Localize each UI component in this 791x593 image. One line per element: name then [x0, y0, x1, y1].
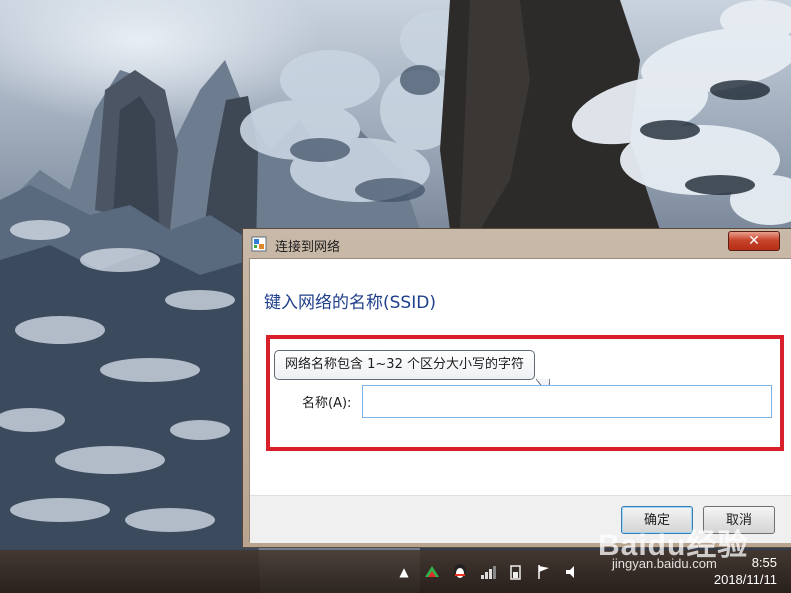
- clock-time: 8:55: [751, 555, 777, 570]
- connect-to-network-window: 连接到网络 ✕ 键入网络的名称(SSID) 网络名称包含 1~32 个区分大小写…: [242, 228, 791, 548]
- battery-icon[interactable]: [507, 563, 525, 581]
- cancel-button[interactable]: 取消: [703, 506, 775, 534]
- taskbar: ▲ 8:55 2018/11/11: [0, 550, 791, 593]
- network-icon: [251, 236, 267, 252]
- tray-app-icon[interactable]: [423, 563, 441, 581]
- ok-button[interactable]: 确定: [621, 506, 693, 534]
- volume-icon[interactable]: [563, 563, 581, 581]
- show-hidden-icons-icon[interactable]: ▲: [395, 563, 413, 581]
- page-heading: 键入网络的名称(SSID): [264, 293, 436, 313]
- dialog-footer: 确定 取消: [250, 495, 791, 543]
- system-tray: ▲: [395, 550, 591, 593]
- window-title: 连接到网络: [275, 240, 341, 255]
- clock-date: 2018/11/11: [713, 572, 777, 587]
- network-signal-icon[interactable]: [479, 563, 497, 581]
- network-name-input[interactable]: [362, 385, 772, 418]
- taskbar-clock[interactable]: 8:55 2018/11/11: [681, 554, 777, 588]
- action-center-flag-icon[interactable]: [535, 563, 553, 581]
- dialog-content: 键入网络的名称(SSID) 网络名称包含 1~32 个区分大小写的字符 名称(A…: [249, 258, 791, 543]
- qq-penguin-icon[interactable]: [451, 563, 469, 581]
- window-titlebar[interactable]: 连接到网络 ✕: [243, 229, 791, 259]
- network-name-label: 名称(A):: [302, 396, 352, 411]
- ssid-tooltip: 网络名称包含 1~32 个区分大小写的字符: [274, 350, 535, 380]
- close-button[interactable]: ✕: [728, 231, 780, 251]
